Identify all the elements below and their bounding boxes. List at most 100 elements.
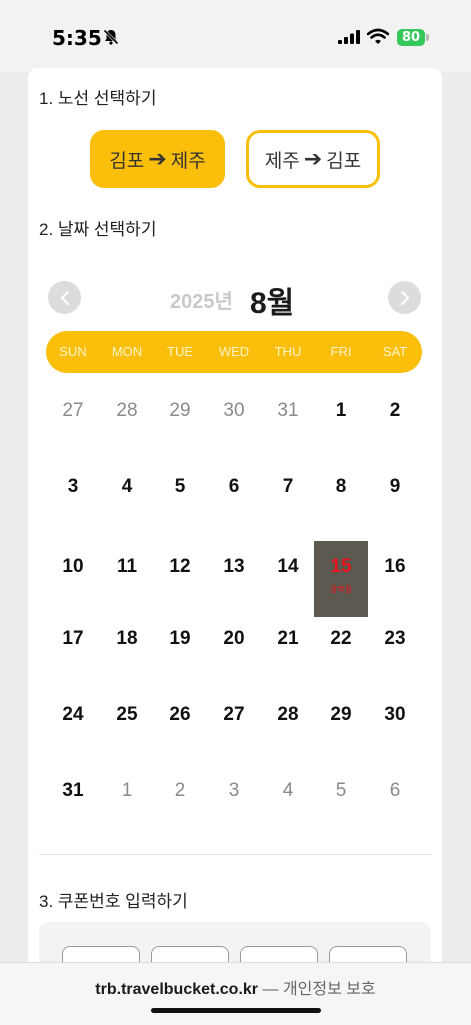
url-display[interactable]: trb.travelbucket.co.kr — 개인정보 보호	[0, 975, 471, 999]
calendar-day[interactable]: 2	[368, 385, 422, 461]
calendar-day[interactable]: 29	[153, 385, 207, 461]
chevron-left-icon	[59, 290, 69, 305]
calendar-day[interactable]: 23	[368, 613, 422, 689]
route-jeju-gimpo-button[interactable]: 제주 ➔ 김포	[246, 130, 380, 188]
cellular-signal-icon	[338, 30, 360, 44]
calendar-day[interactable]: 30	[368, 689, 422, 765]
day-number: 21	[277, 628, 299, 649]
day-number: 2	[389, 400, 401, 421]
calendar-day[interactable]: 10	[46, 541, 100, 617]
day-number: 3	[228, 780, 240, 801]
calendar-day[interactable]: 19	[153, 613, 207, 689]
weekday-label: WED	[218, 344, 250, 359]
route-from-label: 제주	[264, 150, 300, 172]
calendar-day[interactable]: 4	[261, 765, 315, 841]
calendar-day[interactable]: 5	[314, 765, 368, 841]
calendar-day[interactable]: 2	[153, 765, 207, 841]
chevron-right-icon	[400, 290, 410, 305]
day-number: 6	[228, 476, 240, 497]
day-number: 27	[223, 704, 245, 725]
calendar-day[interactable]: 28	[261, 689, 315, 765]
day-number: 24	[62, 704, 84, 725]
calendar-day[interactable]: 26	[153, 689, 207, 765]
calendar-day[interactable]: 6	[368, 765, 422, 841]
calendar-day[interactable]: 25	[100, 689, 154, 765]
weekday-label: SAT	[382, 344, 408, 359]
calendar-day[interactable]: 31	[46, 765, 100, 841]
calendar-day[interactable]: 1	[100, 765, 154, 841]
calendar-day[interactable]: 6	[207, 461, 261, 537]
calendar-day[interactable]: 27	[207, 689, 261, 765]
bell-slash-icon	[103, 29, 119, 45]
calendar-day[interactable]: 16	[368, 541, 422, 617]
calendar-day[interactable]: 31	[261, 385, 315, 461]
calendar-day[interactable]: 22	[314, 613, 368, 689]
day-number: 25	[116, 704, 138, 725]
day-number: 28	[277, 704, 299, 725]
weekday-label: SUN	[59, 344, 87, 359]
day-number: 19	[169, 628, 191, 649]
calendar-day[interactable]: 13	[207, 541, 261, 617]
calendar-day[interactable]: 18	[100, 613, 154, 689]
calendar-day[interactable]: 29	[314, 689, 368, 765]
calendar-day[interactable]: 3	[207, 765, 261, 841]
calendar-day[interactable]: 5	[153, 461, 207, 537]
calendar-day[interactable]: 17	[46, 613, 100, 689]
date-section-title: 2. 날짜 선택하기	[39, 220, 157, 239]
home-indicator[interactable]	[151, 1008, 321, 1013]
calendar-day[interactable]: 14	[261, 541, 315, 617]
day-number: 27	[62, 400, 84, 421]
arrow-right-icon: ➔	[148, 146, 167, 171]
calendar-day[interactable]: 11	[100, 541, 154, 617]
day-number: 30	[223, 400, 245, 421]
calendar-day[interactable]: 4	[100, 461, 154, 537]
calendar-day[interactable]: 1	[314, 385, 368, 461]
calendar-day[interactable]: 3	[46, 461, 100, 537]
route-gimpo-jeju-button[interactable]: 김포 ➔ 제주	[90, 130, 225, 188]
day-number: 4	[282, 780, 294, 801]
day-number: 15	[330, 556, 352, 577]
calendar-day[interactable]: 8	[314, 461, 368, 537]
day-number: 22	[330, 628, 352, 649]
weekday-label: THU	[274, 344, 302, 359]
arrow-right-icon: ➔	[303, 146, 323, 171]
day-number: 29	[169, 400, 191, 421]
day-number: 26	[169, 704, 191, 725]
day-number: 18	[116, 628, 138, 649]
wifi-icon	[367, 28, 389, 44]
url-separator: —	[262, 981, 279, 998]
weekday-label: MON	[111, 344, 143, 359]
day-number: 20	[223, 628, 245, 649]
battery-indicator: 80	[397, 29, 425, 46]
calendar-day[interactable]: 24	[46, 689, 100, 765]
calendar-day[interactable]: 28	[100, 385, 154, 461]
day-number: 11	[116, 556, 138, 577]
calendar-day[interactable]: 21	[261, 613, 315, 689]
next-month-button[interactable]	[388, 281, 421, 314]
day-number: 5	[335, 780, 347, 801]
weekday-label: TUE	[167, 344, 193, 359]
calendar-day-selected[interactable]: 15 광복절	[314, 541, 368, 617]
weekday-label: FRI	[330, 344, 352, 359]
calendar-day[interactable]: 27	[46, 385, 100, 461]
day-number: 17	[62, 628, 84, 649]
status-bar: 5:35 80	[0, 0, 471, 72]
calendar-day[interactable]: 20	[207, 613, 261, 689]
section-divider	[39, 854, 432, 855]
prev-month-button[interactable]	[48, 281, 81, 314]
day-number: 16	[384, 556, 406, 577]
day-number: 5	[174, 476, 186, 497]
day-number: 10	[62, 556, 84, 577]
calendar-day[interactable]: 12	[153, 541, 207, 617]
calendar-day[interactable]: 9	[368, 461, 422, 537]
day-number: 6	[389, 780, 401, 801]
calendar-day[interactable]: 30	[207, 385, 261, 461]
day-number: 28	[116, 400, 138, 421]
coupon-section-title: 3. 쿠폰번호 입력하기	[39, 892, 188, 911]
day-number: 8	[335, 476, 347, 497]
calendar-year: 2025년	[170, 291, 233, 313]
route-from-label: 김포	[109, 150, 145, 172]
day-number: 14	[277, 556, 299, 577]
day-number: 30	[384, 704, 406, 725]
calendar-day[interactable]: 7	[261, 461, 315, 537]
